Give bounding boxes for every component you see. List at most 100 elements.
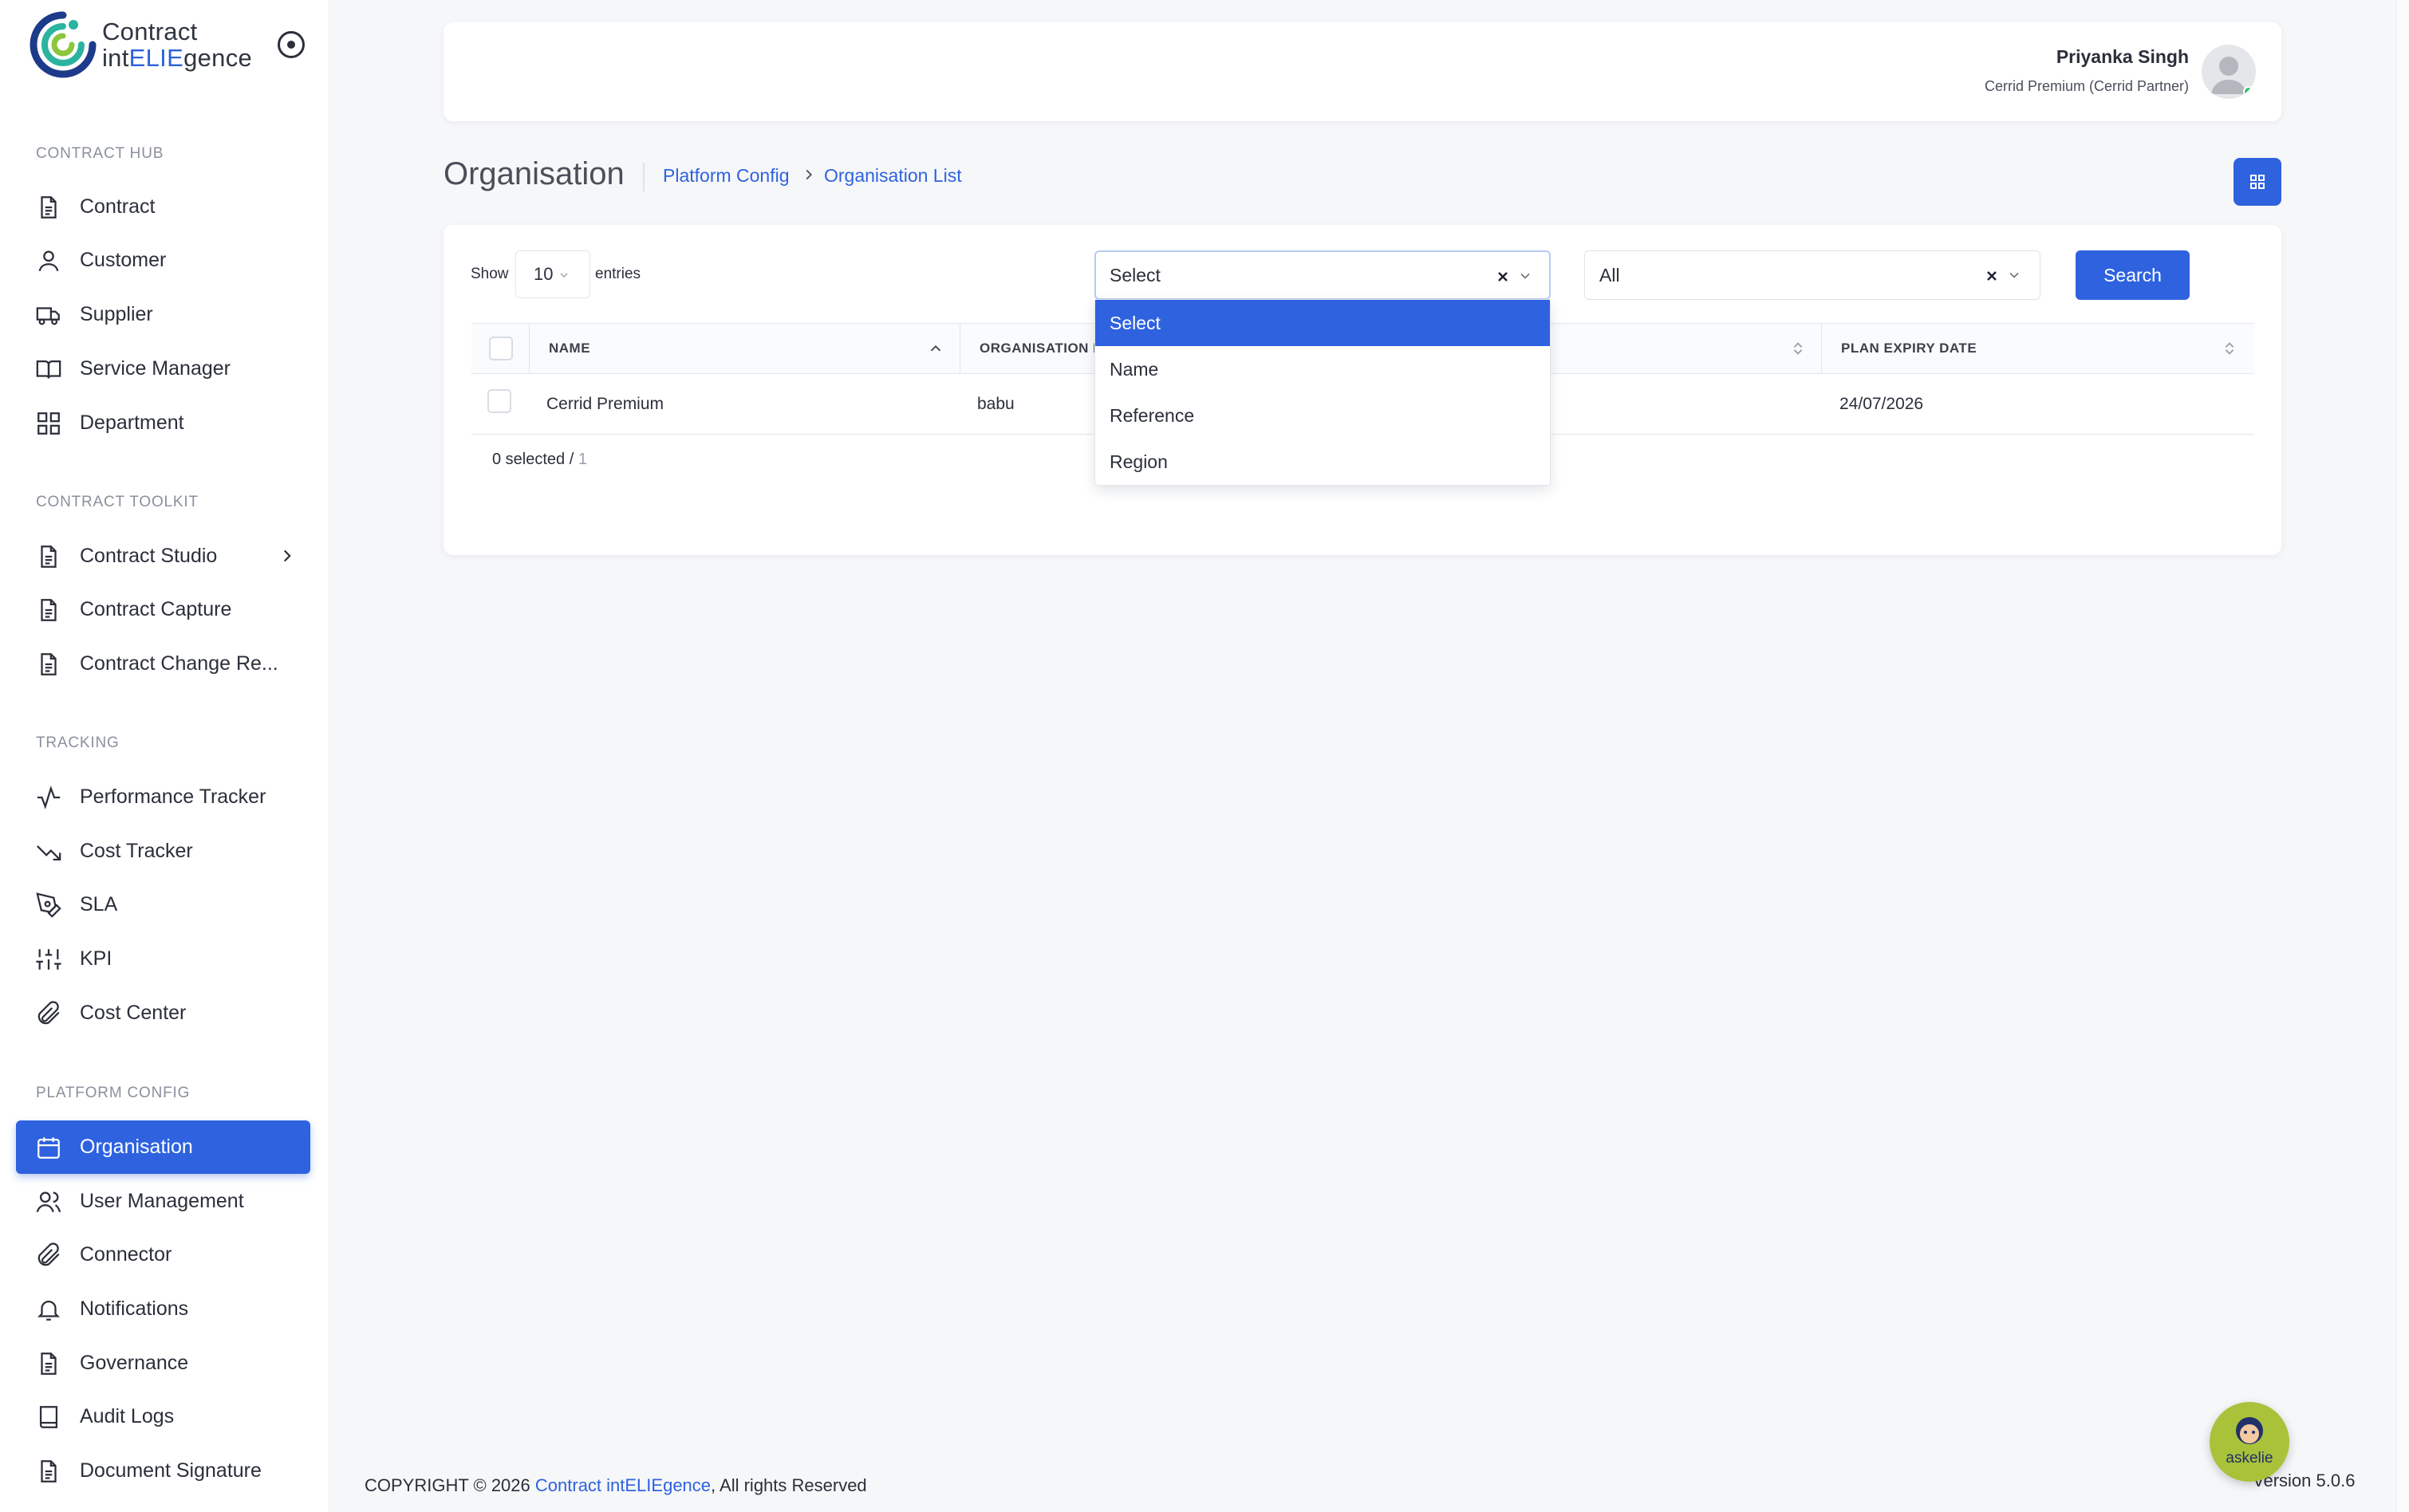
footer-brand-link[interactable]: Contract intELIEgence xyxy=(535,1475,711,1495)
sidebar-item-department[interactable]: Department xyxy=(16,396,310,450)
sidebar-item-contract-capture[interactable]: Contract Capture xyxy=(16,583,310,636)
file-text-icon xyxy=(35,1350,62,1377)
row-checkbox[interactable] xyxy=(487,389,511,413)
search-field-select[interactable]: Select xyxy=(1094,250,1551,300)
sidebar-item-contract-studio[interactable]: Contract Studio xyxy=(16,530,310,583)
dropdown-option-reference[interactable]: Reference xyxy=(1095,392,1550,439)
chevron-down-icon xyxy=(1520,273,1530,279)
sidebar-collapse-button[interactable] xyxy=(278,31,305,58)
nav-section-tracking: TRACKING xyxy=(36,734,120,751)
sidebar-item-label: Connector xyxy=(80,1243,172,1266)
cell-plan-expiry-date: 24/07/2026 xyxy=(1839,395,1924,413)
sidebar-item-organisation[interactable]: Organisation xyxy=(16,1120,310,1174)
column-header-label: ORGANISATION I xyxy=(980,341,1098,356)
sidebar-item-document-signature[interactable]: Document Signature xyxy=(16,1444,310,1498)
assistant-avatar-icon xyxy=(2236,1417,2263,1444)
file-text-icon xyxy=(35,597,62,624)
status-filter-value: All xyxy=(1599,265,1620,285)
user-name: Priyanka Singh xyxy=(2056,46,2189,67)
search-field-value: Select xyxy=(1110,265,1161,285)
sidebar-item-label: Performance Tracker xyxy=(80,786,266,808)
pen-tool-icon xyxy=(35,892,62,919)
sidebar-item-label: User Management xyxy=(80,1190,244,1212)
clear-icon[interactable] xyxy=(1495,269,1511,285)
entries-per-page-select[interactable]: 10 xyxy=(515,250,590,298)
entries-label: entries xyxy=(595,266,641,282)
logo-part-b: ELIE xyxy=(128,44,184,72)
logo-line-1: Contract xyxy=(102,18,198,45)
book-icon xyxy=(35,1404,62,1431)
sidebar-item-label: Cost Center xyxy=(80,1002,187,1024)
book-open-icon xyxy=(35,356,62,383)
sidebar-item-performance-tracker[interactable]: Performance Tracker xyxy=(16,770,310,824)
sidebar-item-connector[interactable]: Connector xyxy=(16,1228,310,1282)
sidebar-item-label: KPI xyxy=(80,947,112,970)
search-button[interactable]: Search xyxy=(2076,250,2190,300)
clear-icon[interactable] xyxy=(1984,268,2000,284)
chevron-down-icon xyxy=(560,273,568,278)
file-text-icon xyxy=(35,651,62,678)
calendar-icon xyxy=(35,1134,62,1161)
top-bar: Priyanka Singh Cerrid Premium (Cerrid Pa… xyxy=(444,22,2281,121)
breadcrumb-platform-config[interactable]: Platform Config xyxy=(663,165,790,187)
sort-icon xyxy=(1793,342,1803,355)
sidebar-item-cost-tracker[interactable]: Cost Tracker xyxy=(16,825,310,878)
bell-icon xyxy=(35,1296,62,1323)
sidebar-item-contract-change-request[interactable]: Contract Change Re... xyxy=(16,637,310,691)
user-role: Cerrid Premium (Cerrid Partner) xyxy=(1984,78,2189,94)
page-scrollbar[interactable] xyxy=(2396,0,2409,1512)
sidebar-item-label: SLA xyxy=(80,893,118,915)
selection-summary: 0 selected / 1 xyxy=(492,451,587,469)
paperclip-icon xyxy=(35,1000,62,1027)
logo-line-2: intELIEgence xyxy=(102,45,252,71)
sidebar-item-label: Contract Change Re... xyxy=(80,652,278,675)
grid-icon xyxy=(2250,175,2265,189)
dropdown-option-name[interactable]: Name xyxy=(1095,346,1550,392)
sidebar-item-cost-center[interactable]: Cost Center xyxy=(16,986,310,1040)
app-logo[interactable]: Contract intELIEgence xyxy=(27,8,258,81)
sidebar-item-label: Governance xyxy=(80,1352,189,1374)
dropdown-option-select[interactable]: Select xyxy=(1095,300,1550,346)
sidebar-item-contract[interactable]: Contract xyxy=(16,180,310,234)
sliders-icon xyxy=(35,946,62,973)
sidebar-item-label: Organisation xyxy=(80,1136,193,1158)
avatar[interactable] xyxy=(2202,45,2256,99)
users-icon xyxy=(35,1188,62,1215)
sidebar-item-customer[interactable]: Customer xyxy=(16,234,310,287)
sidebar-item-kpi[interactable]: KPI xyxy=(16,932,310,986)
grid-view-button[interactable] xyxy=(2234,158,2281,206)
sidebar-item-service-manager[interactable]: Service Manager xyxy=(16,342,310,396)
select-all-checkbox[interactable] xyxy=(489,337,513,360)
total-count: 1 xyxy=(578,451,587,468)
sidebar-item-label: Contract Capture xyxy=(80,598,232,620)
sidebar-item-supplier[interactable]: Supplier xyxy=(16,288,310,341)
sidebar-item-notifications[interactable]: Notifications xyxy=(16,1282,310,1336)
sidebar-item-governance[interactable]: Governance xyxy=(16,1337,310,1390)
dropdown-option-region[interactable]: Region xyxy=(1095,439,1550,485)
column-header-plan-expiry-date[interactable]: PLAN EXPIRY DATE xyxy=(1822,324,2254,373)
sidebar-item-audit-logs[interactable]: Audit Logs xyxy=(16,1390,310,1443)
chevron-down-icon xyxy=(2009,272,2019,278)
sidebar: Contract intELIEgence CONTRACT HUB Contr… xyxy=(0,0,329,1512)
cell-organisation: babu xyxy=(977,395,1015,413)
user-icon xyxy=(35,247,62,274)
activity-icon xyxy=(35,784,62,811)
column-header-name[interactable]: NAME xyxy=(530,324,960,373)
askelie-assistant-button[interactable]: askelie xyxy=(2210,1402,2289,1482)
breadcrumb-organisation-list[interactable]: Organisation List xyxy=(824,165,962,187)
nav-section-platform-config: PLATFORM CONFIG xyxy=(36,1085,191,1101)
assistant-label: askelie xyxy=(2226,1450,2273,1467)
search-field-dropdown-menu: Select Name Reference Region xyxy=(1094,299,1551,486)
header-select-all-cell xyxy=(471,324,530,373)
status-filter-select[interactable]: All xyxy=(1584,250,2040,300)
sidebar-item-user-management[interactable]: User Management xyxy=(16,1175,310,1228)
sidebar-item-label: Customer xyxy=(80,249,167,271)
sidebar-item-label: Contract Studio xyxy=(80,545,218,567)
file-text-icon xyxy=(35,1458,62,1485)
sidebar-item-sla[interactable]: SLA xyxy=(16,878,310,931)
title-divider xyxy=(643,163,645,191)
file-text-icon xyxy=(35,543,62,570)
file-text-icon xyxy=(35,194,62,221)
sidebar-item-label: Contract xyxy=(80,195,156,218)
logo-text: Contract intELIEgence xyxy=(102,18,252,71)
